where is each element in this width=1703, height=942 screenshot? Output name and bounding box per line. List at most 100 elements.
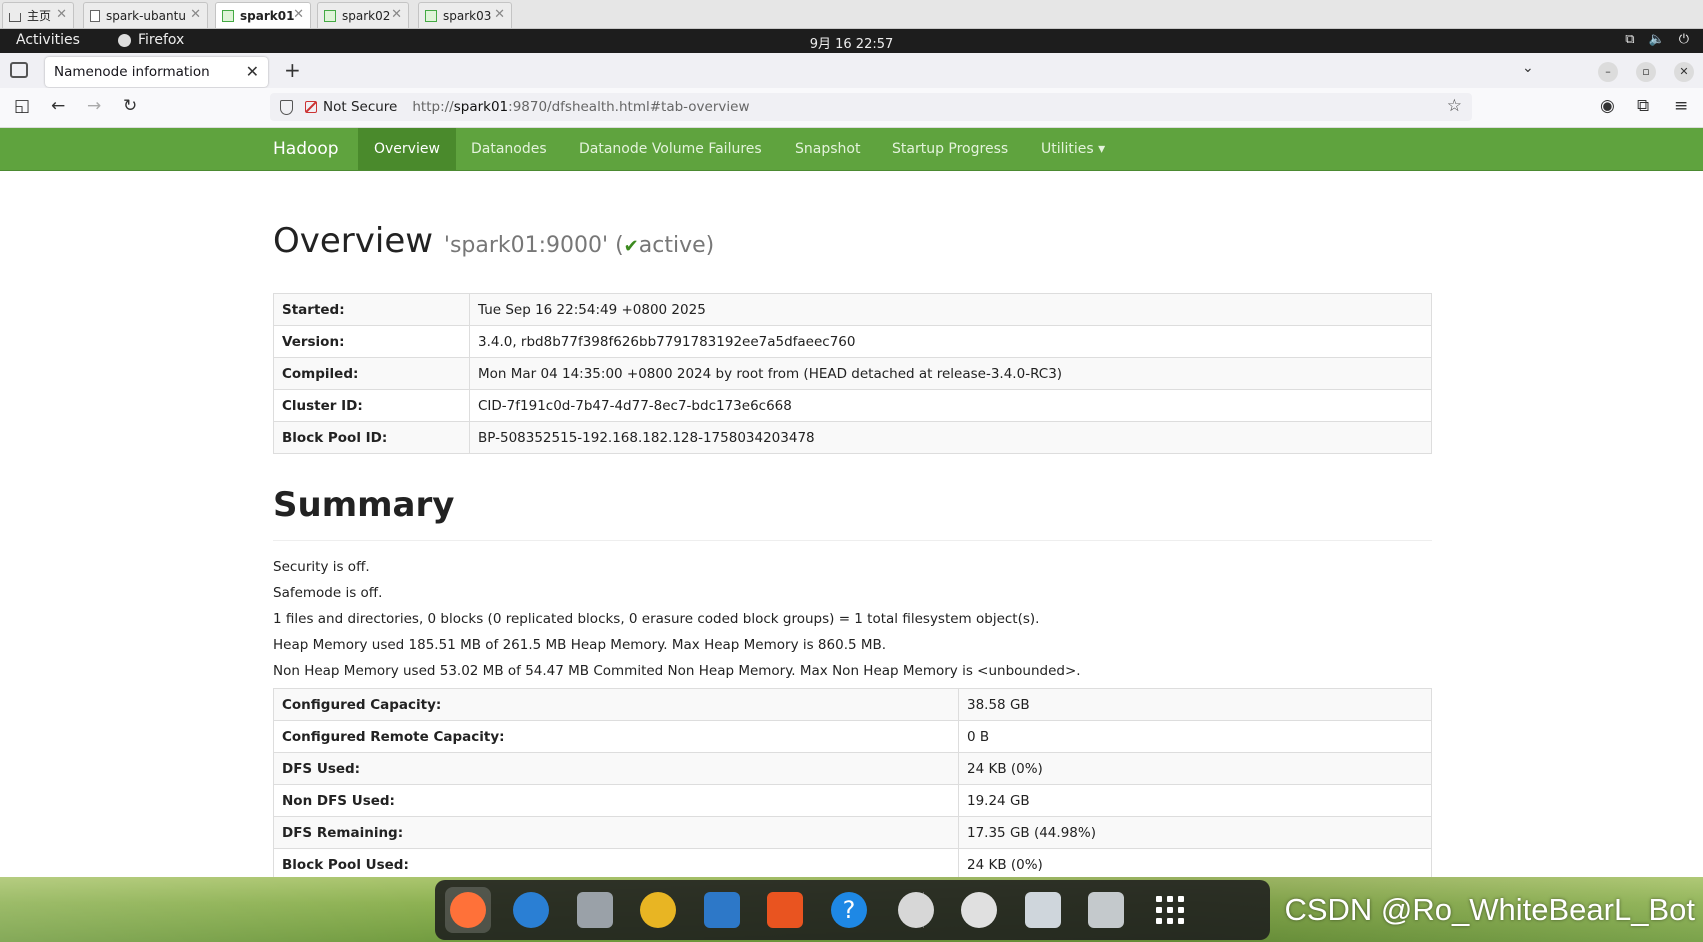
bookmark-star-icon[interactable]: ☆ <box>1447 96 1462 116</box>
namenode-address: 'spark01:9000' (✔active) <box>444 233 714 258</box>
row-value: 24 KB (0%) <box>958 752 1432 785</box>
summary-line: Safemode is off. <box>273 585 383 601</box>
help-launcher[interactable]: ? <box>826 887 872 933</box>
grid-dot <box>1167 896 1173 902</box>
row-key: Block Pool Used: <box>273 848 959 881</box>
overview-table: Started: Tue Sep 16 22:54:49 +0800 2025 V… <box>273 293 1432 454</box>
close-icon[interactable]: ✕ <box>56 7 67 22</box>
firefox-view-icon[interactable] <box>10 62 28 78</box>
gnome-top-bar: Activities Firefox 9月 16 22:57 ⧉ 🔈 ⏻ <box>0 29 1703 53</box>
floppy-launcher[interactable] <box>1020 887 1066 933</box>
checkmark-icon: ✔ <box>623 236 639 257</box>
sidebar-icon[interactable]: ◱ <box>14 96 30 116</box>
vm-tab-spark01[interactable]: spark01 ✕ <box>215 2 311 28</box>
row-value: 38.58 GB <box>958 688 1432 721</box>
row-key: Non DFS Used: <box>273 784 959 817</box>
rhythmbox-launcher[interactable] <box>635 887 681 933</box>
summary-table: Configured Capacity: 38.58 GB Configured … <box>273 688 1432 881</box>
url-host: spark01 <box>453 99 509 115</box>
disc-icon <box>898 892 934 928</box>
nav-datanode-volume-failures[interactable]: Datanode Volume Failures <box>563 128 778 170</box>
nav-snapshot[interactable]: Snapshot <box>779 128 876 170</box>
forward-icon[interactable]: → <box>87 96 101 116</box>
writer-launcher[interactable] <box>699 887 745 933</box>
app-grid-launcher[interactable] <box>1147 887 1193 933</box>
firefox-launcher[interactable] <box>445 887 491 933</box>
vm-tab-label: 主页 <box>27 9 52 23</box>
table-row: Cluster ID: CID-7f191c0d-7b47-4d77-8ec7-b… <box>273 389 1432 422</box>
vm-tab-home[interactable]: 主页 ✕ <box>2 2 74 28</box>
reload-icon[interactable]: ↻ <box>123 96 137 116</box>
system-tray[interactable]: ⧉ 🔈 ⏻ <box>1625 32 1689 47</box>
menu-icon[interactable]: ≡ <box>1674 96 1688 116</box>
table-row: DFS Remaining: 17.35 GB (44.98%) <box>273 816 1432 849</box>
nav-datanodes[interactable]: Datanodes <box>455 128 563 170</box>
window-close-button[interactable]: ✕ <box>1674 62 1694 82</box>
grid-dot <box>1178 896 1184 902</box>
nav-startup-progress[interactable]: Startup Progress <box>876 128 1024 170</box>
app-grid-icon <box>1156 896 1184 924</box>
clock[interactable]: 9月 16 22:57 <box>0 33 1703 52</box>
row-key: Started: <box>273 293 470 326</box>
close-icon[interactable]: ✕ <box>190 7 201 22</box>
extensions-icon[interactable]: ⧉ <box>1637 96 1649 116</box>
close-tab-icon[interactable]: ✕ <box>246 62 259 81</box>
network-icon: ⧉ <box>1625 32 1635 47</box>
insecure-lock-icon[interactable] <box>305 101 317 113</box>
url-bar[interactable]: Not Secure http://spark01:9870/dfshealth… <box>270 93 1472 121</box>
row-value: CID-7f191c0d-7b47-4d77-8ec7-bdc173e6c668 <box>469 389 1432 422</box>
overview-heading: Overview 'spark01:9000' (✔active) <box>273 221 714 261</box>
home-icon <box>9 12 21 22</box>
namenode-node: 'spark01:9000' ( <box>443 233 624 258</box>
nav-overview[interactable]: Overview <box>358 128 456 170</box>
minimize-button[interactable]: – <box>1598 62 1618 82</box>
tracking-protection-icon[interactable] <box>280 99 293 115</box>
row-value: Tue Sep 16 22:54:49 +0800 2025 <box>469 293 1432 326</box>
floppy-icon <box>1025 892 1061 928</box>
account-icon[interactable]: ◉ <box>1600 96 1615 116</box>
close-icon[interactable]: ✕ <box>494 7 505 22</box>
vm-tab-label: spark-ubantu <box>106 8 186 23</box>
vm-icon <box>425 9 437 22</box>
grid-dot <box>1178 907 1184 913</box>
vm-tab-label: spark02 <box>342 8 391 23</box>
firefox-icon <box>450 892 486 928</box>
table-row: DFS Used: 24 KB (0%) <box>273 752 1432 785</box>
vm-tab-spark02[interactable]: spark02 ✕ <box>317 2 409 28</box>
nav-utilities-dropdown[interactable]: Utilities ▾ <box>1025 128 1121 170</box>
list-all-tabs-icon[interactable]: ⌄ <box>1522 60 1534 76</box>
vm-tab-spark-ubantu[interactable]: spark-ubantu ✕ <box>83 2 208 28</box>
grid-dot <box>1156 907 1162 913</box>
new-tab-button[interactable]: + <box>284 58 301 82</box>
close-icon[interactable]: ✕ <box>391 7 402 22</box>
table-row: Configured Capacity: 38.58 GB <box>273 688 1432 721</box>
row-value: 3.4.0, rbd8b77f398f626bb7791783192ee7a5d… <box>469 325 1432 358</box>
row-key: Block Pool ID: <box>273 421 470 454</box>
navigation-toolbar: ◱ ← → ↻ Not Secure http://spark01:9870/d… <box>0 88 1703 128</box>
browser-tab[interactable]: Namenode information ✕ <box>45 57 268 87</box>
close-icon[interactable]: ✕ <box>293 7 304 22</box>
url-path: :9870/dfshealth.html#tab-overview <box>508 99 750 115</box>
files-launcher[interactable] <box>572 887 618 933</box>
page-icon <box>90 9 100 22</box>
row-key: DFS Remaining: <box>273 816 959 849</box>
disc-launcher[interactable] <box>893 887 939 933</box>
disc-launcher[interactable] <box>956 887 1002 933</box>
grid-dot <box>1167 907 1173 913</box>
url-text[interactable]: http://spark01:9870/dfshealth.html#tab-o… <box>412 99 749 115</box>
hadoop-navbar: Hadoop Overview Datanodes Datanode Volum… <box>0 128 1703 171</box>
grid-dot <box>1156 896 1162 902</box>
row-key: Cluster ID: <box>273 389 470 422</box>
app-center-launcher[interactable] <box>762 887 808 933</box>
summary-line: Security is off. <box>273 559 370 575</box>
restore-button[interactable]: ▫ <box>1636 62 1656 82</box>
thunderbird-launcher[interactable] <box>508 887 554 933</box>
trash-launcher[interactable] <box>1083 887 1129 933</box>
row-key: DFS Used: <box>273 752 959 785</box>
back-icon[interactable]: ← <box>51 96 65 116</box>
power-icon: ⏻ <box>1678 32 1689 47</box>
vm-tab-spark03[interactable]: spark03 ✕ <box>418 2 512 28</box>
watermark: CSDN @Ro_WhiteBearL_Bot <box>1284 892 1695 927</box>
hadoop-brand[interactable]: Hadoop <box>273 139 339 159</box>
table-row: Block Pool Used: 24 KB (0%) <box>273 848 1432 881</box>
